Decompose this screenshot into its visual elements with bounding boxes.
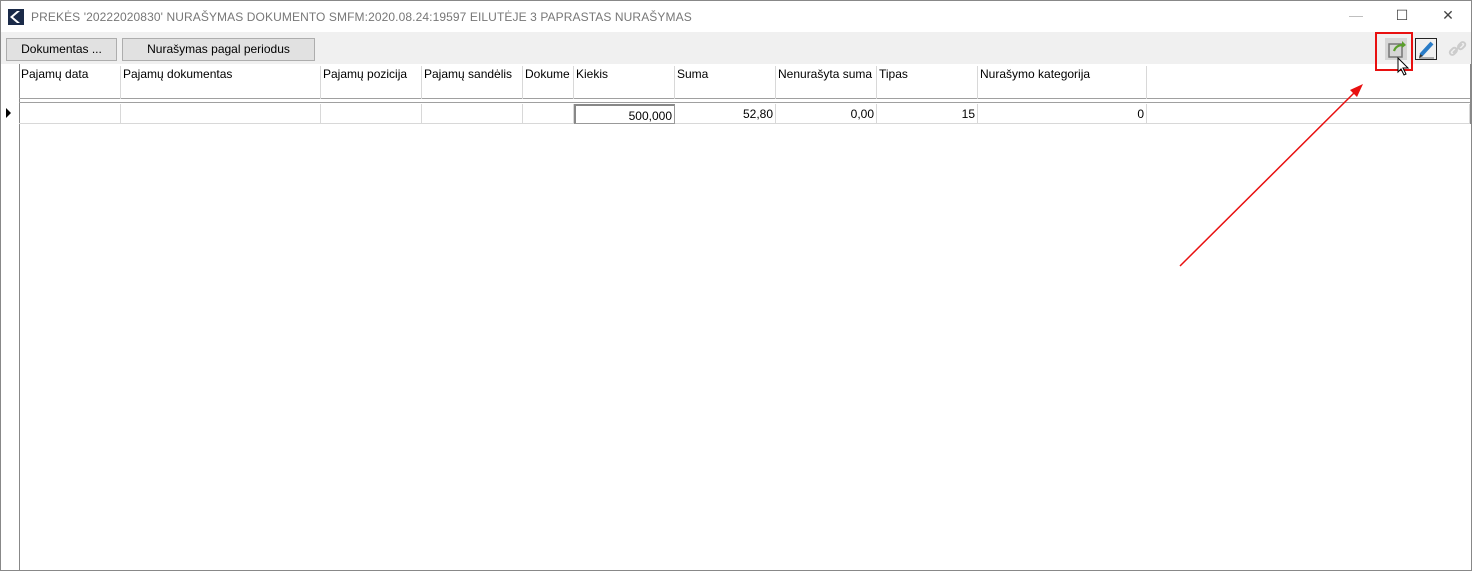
table-cell-selected[interactable]: 500,000 (574, 104, 675, 124)
column-header[interactable]: Tipas (877, 66, 978, 99)
column-header[interactable]: Pajamų sandėlis (422, 66, 523, 99)
edit-pencil-icon[interactable] (1415, 38, 1437, 60)
table-cell[interactable] (121, 104, 321, 124)
column-header[interactable]: Pajamų pozicija (321, 66, 422, 99)
title-bar: PREKĖS '20222020830' NURAŠYMAS DOKUMENTO… (1, 1, 1471, 32)
close-button[interactable]: ✕ (1433, 7, 1463, 27)
table-cell[interactable]: 0 (978, 104, 1147, 124)
column-header[interactable]: Suma (675, 66, 776, 99)
table-cell[interactable] (321, 104, 422, 124)
maximize-button[interactable]: ☐ (1387, 7, 1417, 27)
column-header[interactable]: Dokume (523, 66, 574, 99)
period-writeoff-button[interactable]: Nurašymas pagal periodus (122, 38, 315, 61)
table-cell[interactable]: 0,00 (776, 104, 877, 124)
table-cell[interactable]: 52,80 (675, 104, 776, 124)
window: PREKĖS '20222020830' NURAŠYMAS DOKUMENTO… (0, 0, 1472, 571)
table-cell[interactable] (19, 104, 121, 124)
table-cell[interactable] (422, 104, 523, 124)
table-cell-filler (1147, 104, 1470, 124)
column-header[interactable]: Kiekis (574, 66, 675, 99)
column-header[interactable]: Nurašymo kategorija (978, 66, 1147, 99)
column-header[interactable]: Nenurašyta suma (776, 66, 877, 99)
current-row-indicator-icon (6, 108, 11, 118)
table-cell[interactable] (523, 104, 574, 124)
documents-button[interactable]: Dokumentas ... (6, 38, 117, 61)
column-header[interactable]: Pajamų dokumentas (121, 66, 321, 99)
window-title: PREKĖS '20222020830' NURAŠYMAS DOKUMENTO… (31, 10, 692, 24)
minimize-button[interactable]: — (1341, 7, 1371, 27)
column-header[interactable]: Pajamų data (19, 66, 121, 99)
column-header-filler (1147, 66, 1470, 99)
table-cell[interactable]: 15 (877, 104, 978, 124)
app-logo-icon (8, 9, 24, 25)
grid-border (1470, 64, 1471, 124)
link-icon[interactable] (1447, 38, 1469, 60)
row-header-column (3, 64, 20, 570)
toolbar: Dokumentas ... Nurašymas pagal periodus (1, 32, 1471, 64)
